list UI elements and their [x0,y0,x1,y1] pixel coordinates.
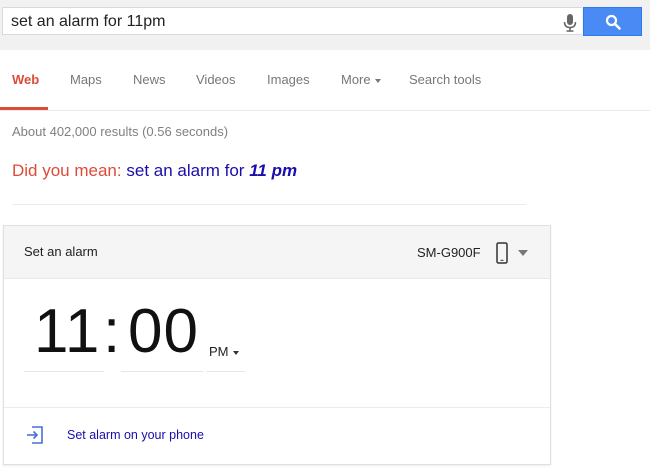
result-stats: About 402,000 results (0.56 seconds) [12,124,229,139]
device-dropdown-chevron-icon[interactable] [518,250,528,256]
tab-videos[interactable]: Videos [196,72,236,87]
alarm-hour[interactable]: 11 [34,296,100,367]
chevron-down-icon [374,78,381,83]
suggestion-prefix: set an alarm for [126,161,245,180]
meridiem-selector[interactable]: PM [209,344,239,359]
alarm-minute[interactable]: 00 [128,296,199,367]
tab-more[interactable]: More [341,72,381,87]
search-tabs: Web Maps News Videos Images More Search … [0,50,650,111]
alarm-card-title: Set an alarm [24,244,98,259]
set-alarm-on-phone-link[interactable]: Set alarm on your phone [67,428,204,442]
spelling-suggestion-link[interactable]: set an alarm for 11 pm [126,161,297,180]
alarm-card-header: Set an alarm SM-G900F [4,226,550,279]
tab-web[interactable]: Web [12,72,39,87]
suggestion-bold: 11 pm [249,161,298,180]
tab-images[interactable]: Images [267,72,310,87]
tab-more-label: More [341,72,371,87]
hour-underline [24,371,104,372]
divider [12,204,526,205]
tab-news[interactable]: News [133,72,166,87]
time-separator: : [103,297,121,366]
tab-search-tools[interactable]: Search tools [409,72,481,87]
send-to-phone-icon[interactable] [26,426,44,444]
did-you-mean-label: Did you mean: [12,161,122,180]
did-you-mean: Did you mean: set an alarm for 11 pm [12,161,297,181]
card-footer-divider [4,407,550,408]
phone-icon[interactable] [496,242,508,264]
magnifier-icon [605,14,621,30]
device-selector-label[interactable]: SM-G900F [417,245,481,260]
tab-maps[interactable]: Maps [70,72,102,87]
microphone-icon[interactable] [563,14,577,32]
meridiem-label: PM [209,344,229,359]
chevron-down-icon [232,350,239,355]
search-header [0,0,650,50]
alarm-card: Set an alarm SM-G900F 11 : 00 PM Set ala… [3,225,551,465]
search-box[interactable] [2,7,582,35]
meridiem-underline [207,371,245,372]
search-input[interactable] [11,12,551,32]
search-button[interactable] [583,7,642,36]
active-tab-indicator [0,107,48,110]
minute-underline [121,371,203,372]
